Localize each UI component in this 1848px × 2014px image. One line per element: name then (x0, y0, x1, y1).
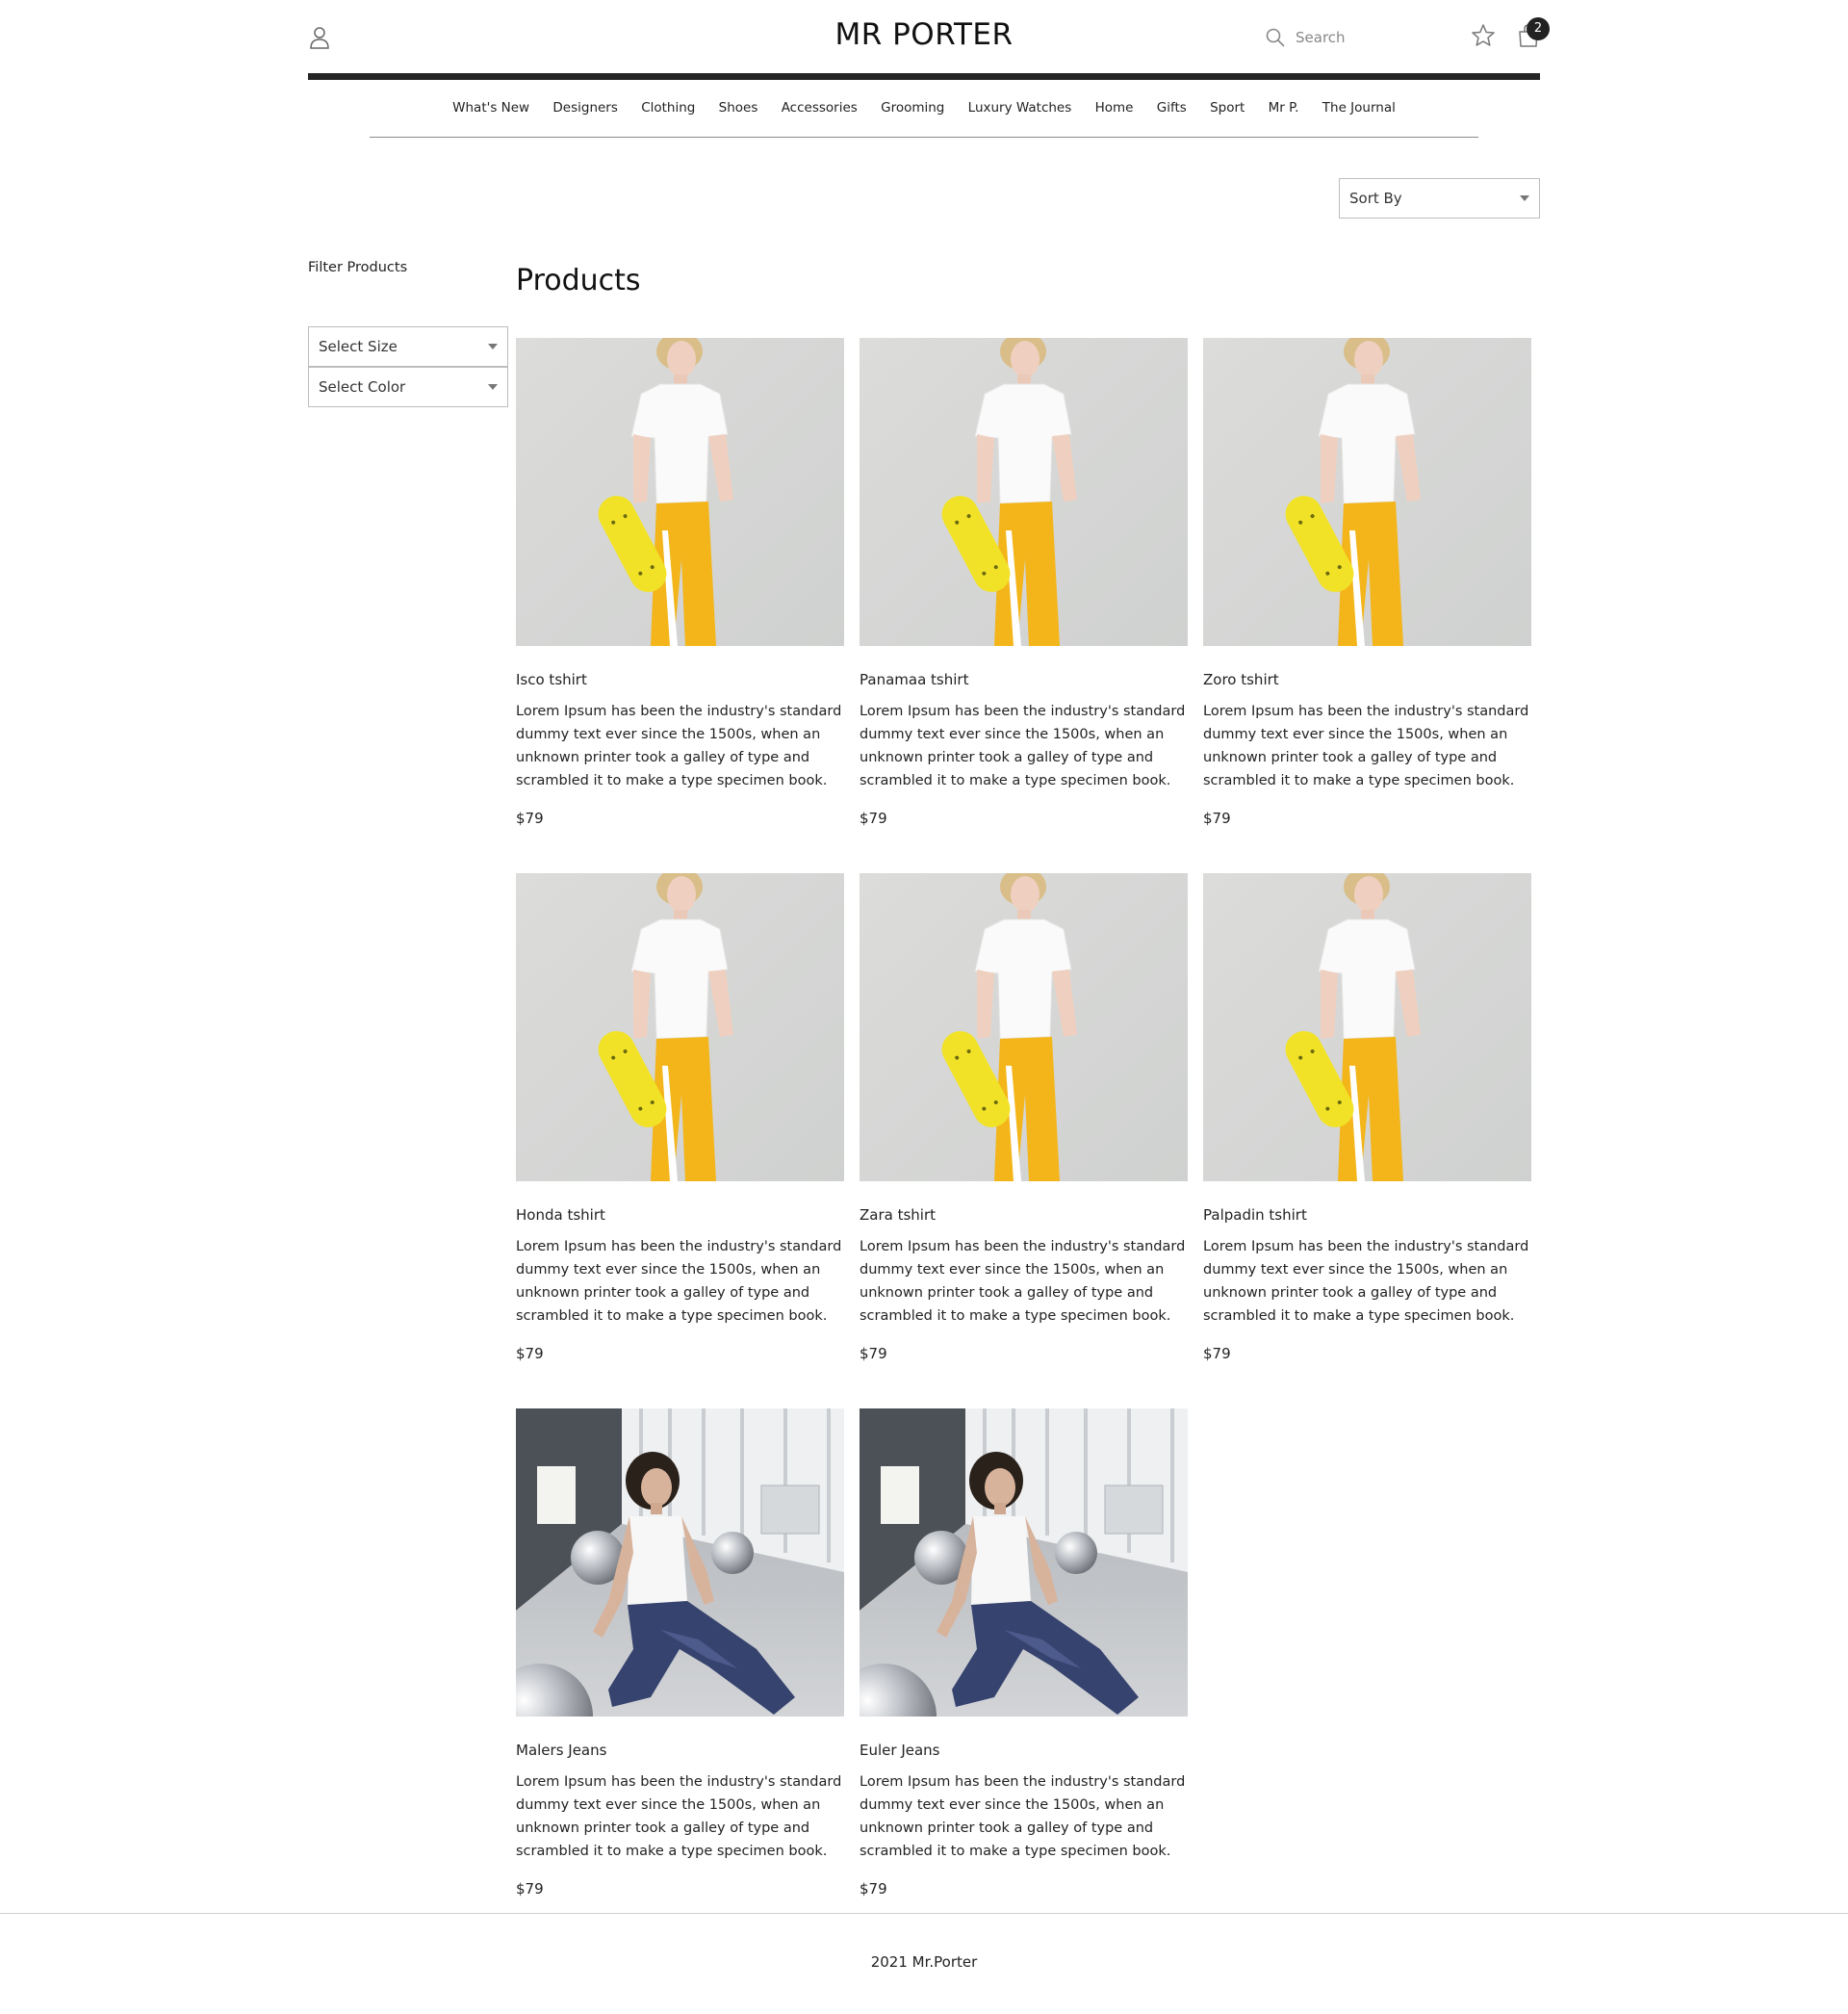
product-price: $79 (516, 1880, 544, 1898)
product-description: Lorem Ipsum has been the industry's stan… (516, 1774, 842, 1859)
header-divider (308, 73, 1540, 80)
filter-title: Filter Products (308, 260, 408, 275)
product-image[interactable] (516, 338, 844, 646)
color-select-label: Select Color (319, 378, 406, 396)
search-input[interactable] (1296, 29, 1440, 46)
product-card[interactable]: Zara tshirt Lorem Ipsum has been the ind… (860, 873, 1188, 1408)
product-image[interactable] (1203, 338, 1531, 646)
size-select-label: Select Size (319, 338, 398, 355)
nav-item-home[interactable]: Home (1095, 100, 1134, 116)
nav-item-accessories[interactable]: Accessories (782, 100, 858, 116)
product-image[interactable] (860, 873, 1188, 1181)
product-description: Lorem Ipsum has been the industry's stan… (860, 1239, 1186, 1324)
cart-count-badge: 2 (1527, 17, 1550, 40)
product-card[interactable]: Malers Jeans Lorem Ipsum has been the in… (516, 1408, 844, 1944)
product-image[interactable] (860, 1408, 1188, 1717)
product-image[interactable] (1203, 873, 1531, 1181)
product-name[interactable]: Zara tshirt (860, 1206, 1188, 1224)
product-description: Lorem Ipsum has been the industry's stan… (860, 704, 1186, 788)
page-title: Products (516, 264, 641, 297)
product-description: Lorem Ipsum has been the industry's stan… (1203, 1239, 1529, 1324)
nav-item-luxury-watches[interactable]: Luxury Watches (968, 100, 1072, 116)
product-image[interactable] (860, 338, 1188, 646)
product-name[interactable]: Malers Jeans (516, 1742, 844, 1759)
product-price: $79 (860, 810, 887, 827)
nav-item-the-journal[interactable]: The Journal (1322, 100, 1396, 116)
nav-item-mr-p[interactable]: Mr P. (1269, 100, 1299, 116)
product-price: $79 (1203, 810, 1231, 827)
nav-item-clothing[interactable]: Clothing (641, 100, 695, 116)
chevron-down-icon (488, 344, 498, 349)
footer-divider (0, 1913, 1848, 1914)
star-icon[interactable] (1471, 23, 1496, 48)
cart-button[interactable]: 2 (1517, 17, 1550, 50)
product-price: $79 (1203, 1345, 1231, 1362)
product-name[interactable]: Isco tshirt (516, 671, 844, 688)
nav-item-shoes[interactable]: Shoes (719, 100, 758, 116)
product-price: $79 (860, 1880, 887, 1898)
product-description: Lorem Ipsum has been the industry's stan… (860, 1774, 1186, 1859)
nav-item-whats-new[interactable]: What's New (452, 100, 529, 116)
product-name[interactable]: Euler Jeans (860, 1742, 1188, 1759)
product-name[interactable]: Panamaa tshirt (860, 671, 1188, 688)
chevron-down-icon (1520, 195, 1529, 201)
product-name[interactable]: Zoro tshirt (1203, 671, 1531, 688)
nav-item-sport[interactable]: Sport (1210, 100, 1245, 116)
product-name[interactable]: Honda tshirt (516, 1206, 844, 1224)
product-description: Lorem Ipsum has been the industry's stan… (516, 1239, 842, 1324)
product-card[interactable]: Honda tshirt Lorem Ipsum has been the in… (516, 873, 844, 1408)
product-grid: Isco tshirt Lorem Ipsum has been the ind… (516, 338, 1540, 1944)
size-select[interactable]: Select Size (308, 326, 508, 367)
product-card[interactable]: Euler Jeans Lorem Ipsum has been the ind… (860, 1408, 1188, 1944)
product-description: Lorem Ipsum has been the industry's stan… (1203, 704, 1529, 788)
product-description: Lorem Ipsum has been the industry's stan… (516, 704, 842, 788)
nav-item-grooming[interactable]: Grooming (881, 100, 944, 116)
product-price: $79 (860, 1345, 887, 1362)
site-header: MR PORTER 2 (308, 0, 1550, 81)
search-box[interactable] (1265, 25, 1440, 50)
sort-by-select[interactable]: Sort By (1339, 178, 1540, 219)
product-card[interactable]: Zoro tshirt Lorem Ipsum has been the ind… (1203, 338, 1531, 873)
main-nav: What's New Designers Clothing Shoes Acce… (308, 100, 1540, 116)
product-price: $79 (516, 1345, 544, 1362)
footer-copyright: 2021 Mr.Porter (870, 1953, 978, 1971)
sort-by-label: Sort By (1349, 190, 1402, 207)
color-select[interactable]: Select Color (308, 367, 508, 407)
product-card[interactable]: Isco tshirt Lorem Ipsum has been the ind… (516, 338, 844, 873)
nav-item-designers[interactable]: Designers (552, 100, 618, 116)
product-card[interactable]: Panamaa tshirt Lorem Ipsum has been the … (860, 338, 1188, 873)
product-image[interactable] (516, 873, 844, 1181)
search-icon[interactable] (1265, 27, 1286, 48)
product-image[interactable] (516, 1408, 844, 1717)
nav-item-gifts[interactable]: Gifts (1157, 100, 1187, 116)
chevron-down-icon (488, 384, 498, 390)
nav-divider (370, 137, 1478, 138)
product-price: $79 (516, 810, 544, 827)
product-card[interactable]: Palpadin tshirt Lorem Ipsum has been the… (1203, 873, 1531, 1408)
product-name[interactable]: Palpadin tshirt (1203, 1206, 1531, 1224)
